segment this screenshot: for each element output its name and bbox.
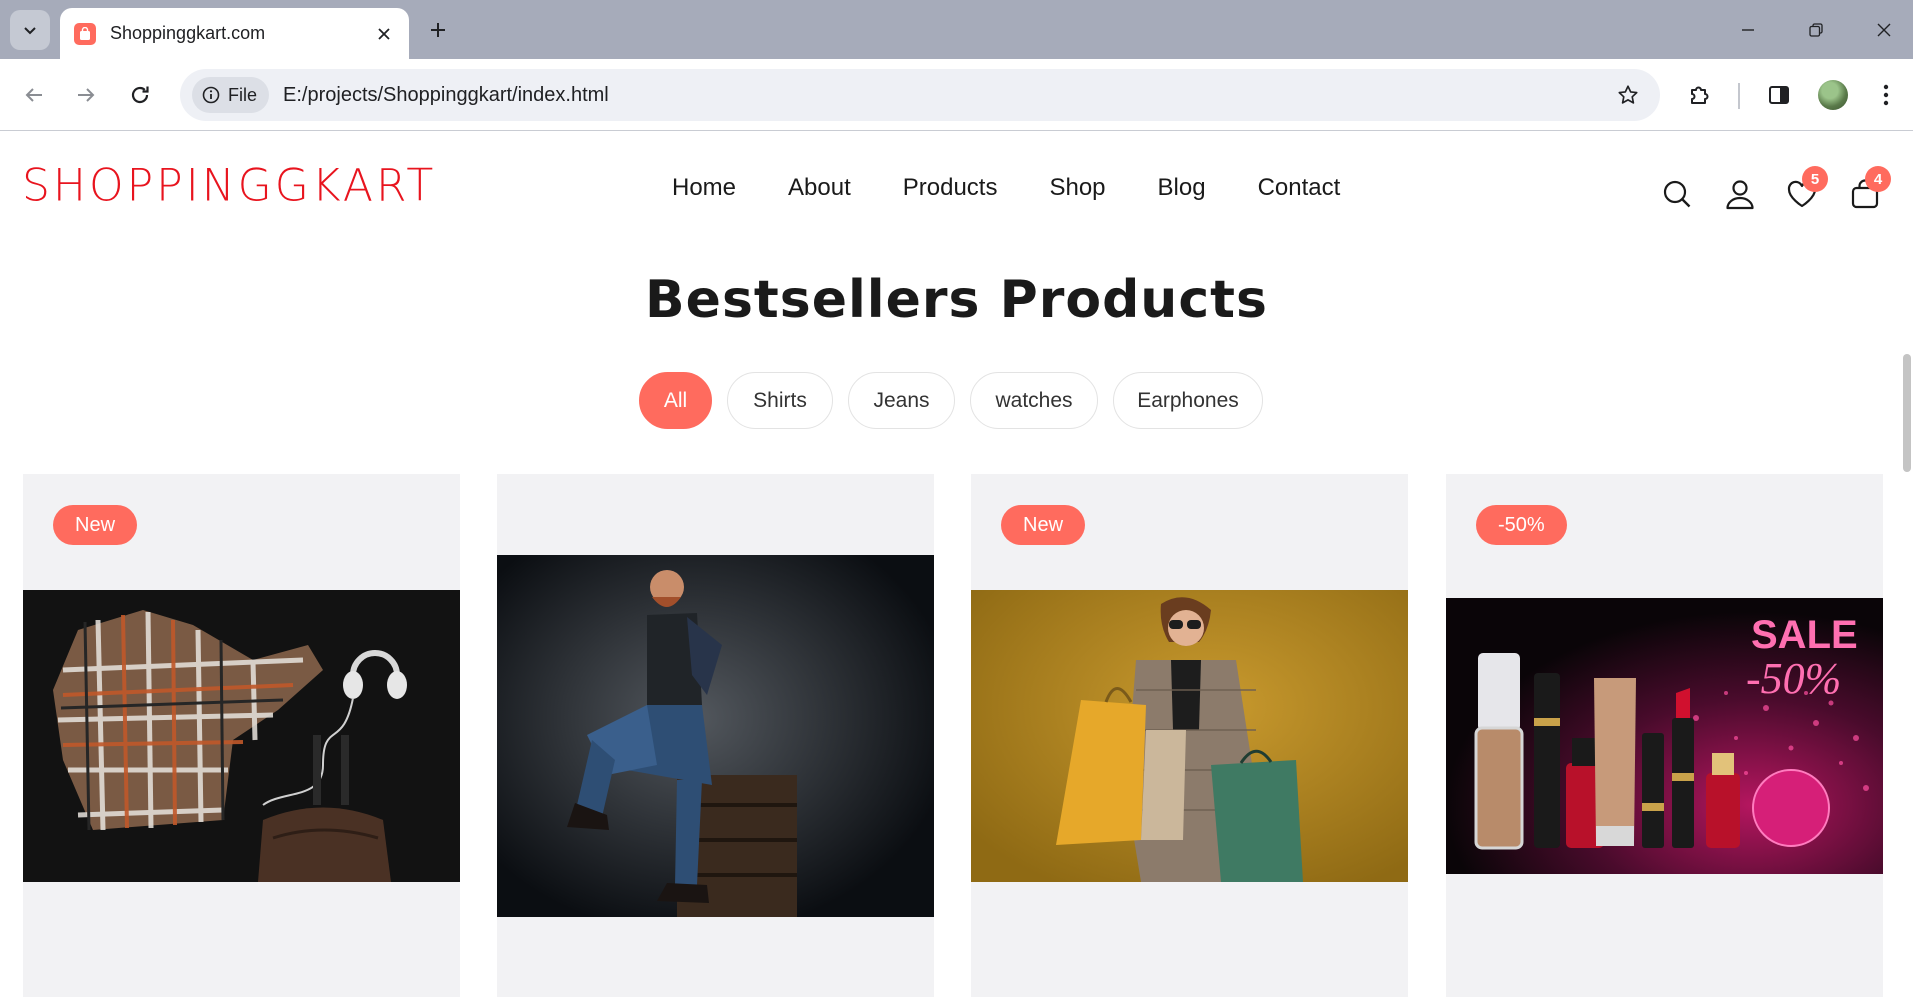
filter-buttons: All Shirts Jeans watches Earphones bbox=[639, 372, 1263, 429]
filter-all[interactable]: All bbox=[639, 372, 712, 429]
bookmark-star-button[interactable] bbox=[1608, 75, 1648, 115]
account-button[interactable] bbox=[1720, 174, 1760, 214]
info-icon bbox=[202, 86, 220, 104]
nav-contact[interactable]: Contact bbox=[1258, 174, 1341, 202]
tab-search-button[interactable] bbox=[10, 10, 50, 50]
new-tab-button[interactable] bbox=[420, 12, 456, 48]
product-card[interactable]: New bbox=[971, 474, 1408, 997]
filter-earphones[interactable]: Earphones bbox=[1113, 372, 1263, 429]
man-in-jeans-sitting-on-crates-photo bbox=[497, 555, 934, 917]
puzzle-icon bbox=[1691, 86, 1709, 104]
plaid-shirt-headphones-bag-photo bbox=[23, 590, 460, 882]
browser-menu-button[interactable] bbox=[1864, 73, 1908, 117]
product-tag: New bbox=[53, 505, 138, 545]
page-scrollbar[interactable] bbox=[1903, 354, 1911, 472]
product-card[interactable] bbox=[497, 474, 934, 997]
banner-discount-text: -50% bbox=[1746, 654, 1841, 703]
shopping-bag-icon bbox=[74, 22, 96, 45]
minimize-button[interactable] bbox=[1728, 10, 1768, 50]
woman-with-shopping-bags-photo bbox=[971, 590, 1408, 882]
cart-count-badge: 4 bbox=[1865, 166, 1891, 192]
profile-button[interactable] bbox=[1811, 73, 1855, 117]
nav-blog[interactable]: Blog bbox=[1158, 174, 1206, 202]
restore-icon bbox=[1809, 23, 1823, 37]
kebab-menu-icon bbox=[1883, 84, 1889, 106]
product-tag: -50% bbox=[1476, 505, 1567, 545]
nav-home[interactable]: Home bbox=[672, 174, 736, 202]
search-button[interactable] bbox=[1657, 174, 1697, 214]
forward-button[interactable] bbox=[64, 73, 108, 117]
minimize-icon bbox=[1742, 29, 1754, 31]
side-panel-button[interactable] bbox=[1757, 73, 1801, 117]
wishlist-count-badge: 5 bbox=[1802, 166, 1828, 192]
search-icon bbox=[1663, 180, 1691, 208]
site-logo[interactable]: SHOPPINGGKART bbox=[22, 159, 436, 211]
tab-title: Shoppinggkart.com bbox=[110, 23, 266, 43]
avatar bbox=[1818, 80, 1848, 110]
browser-tab[interactable]: Shoppinggkart.com bbox=[60, 8, 409, 59]
plus-icon bbox=[431, 23, 445, 37]
reload-button[interactable] bbox=[118, 73, 162, 117]
browser-tabstrip: Shoppinggkart.com bbox=[0, 0, 1913, 59]
product-card[interactable]: New bbox=[23, 474, 460, 997]
close-tab-icon[interactable] bbox=[373, 23, 395, 45]
back-button[interactable] bbox=[12, 73, 56, 117]
side-panel-icon bbox=[1769, 86, 1789, 104]
cosmetics-sale-banner-photo: SALE -50% bbox=[1446, 598, 1883, 874]
reload-icon bbox=[131, 86, 149, 104]
wishlist-button[interactable]: 5 bbox=[1782, 166, 1828, 214]
nav-products[interactable]: Products bbox=[903, 174, 998, 202]
url-text[interactable]: E:/projects/Shoppinggkart/index.html bbox=[283, 84, 1608, 107]
product-tag: New bbox=[1001, 505, 1086, 545]
site-info-chip[interactable]: File bbox=[192, 77, 270, 113]
nav-about[interactable]: About bbox=[788, 174, 851, 202]
cart-button[interactable]: 4 bbox=[1845, 166, 1891, 214]
toolbar-separator bbox=[1738, 83, 1740, 109]
browser-toolbar: File E:/projects/Shoppinggkart/index.htm… bbox=[0, 59, 1913, 131]
close-icon bbox=[1877, 23, 1891, 37]
restore-button[interactable] bbox=[1796, 10, 1836, 50]
chevron-down-icon bbox=[24, 27, 36, 35]
product-card[interactable]: SALE -50% -50% bbox=[1446, 474, 1883, 997]
banner-sale-text: SALE bbox=[1751, 613, 1858, 657]
section-title: Bestsellers Products bbox=[645, 270, 1268, 330]
site-chip-label: File bbox=[228, 84, 258, 105]
web-page: SHOPPINGGKART Home About Products Shop B… bbox=[0, 132, 1913, 997]
filter-shirts[interactable]: Shirts bbox=[727, 372, 833, 429]
arrow-right-icon bbox=[78, 88, 95, 102]
main-navigation: Home About Products Shop Blog Contact bbox=[672, 174, 1340, 202]
extensions-button[interactable] bbox=[1678, 73, 1722, 117]
user-icon bbox=[1726, 180, 1754, 210]
filter-watches[interactable]: watches bbox=[970, 372, 1098, 429]
close-window-button[interactable] bbox=[1864, 10, 1904, 50]
address-bar[interactable]: File E:/projects/Shoppinggkart/index.htm… bbox=[180, 69, 1660, 121]
star-icon bbox=[1618, 85, 1638, 104]
nav-shop[interactable]: Shop bbox=[1049, 174, 1105, 202]
arrow-left-icon bbox=[25, 88, 42, 102]
filter-jeans[interactable]: Jeans bbox=[848, 372, 955, 429]
